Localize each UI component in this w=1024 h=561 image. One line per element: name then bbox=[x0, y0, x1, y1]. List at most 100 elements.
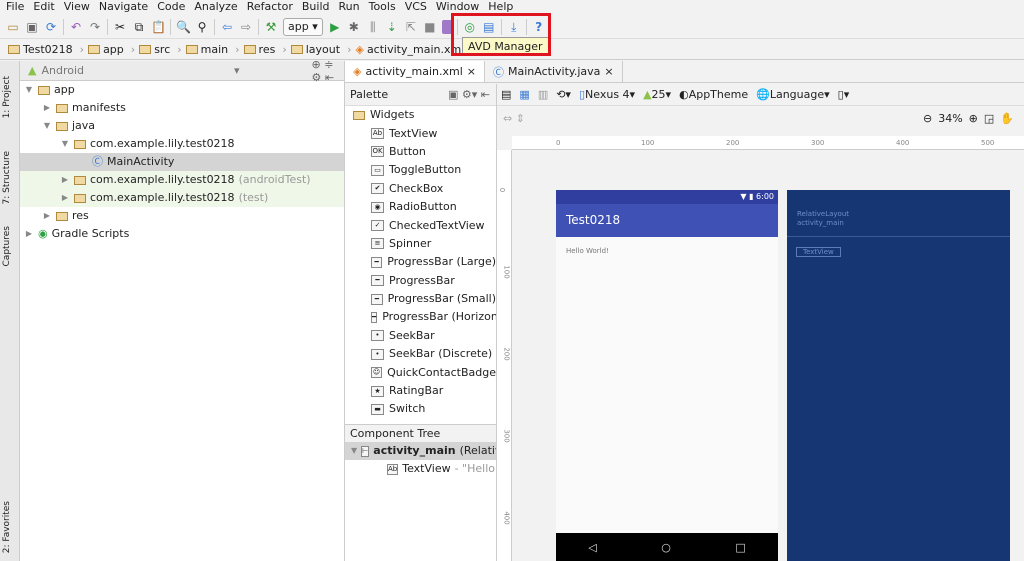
collapsed-arrow-icon[interactable]: ▶ bbox=[42, 99, 52, 117]
dropdown-arrow-icon[interactable]: ▾ bbox=[234, 64, 240, 77]
tree-item[interactable]: ▼ com.example.lily.test0218 bbox=[20, 135, 344, 153]
palette-item[interactable]: ◉ RadioButton bbox=[345, 198, 496, 216]
expanded-arrow-icon[interactable]: ▼ bbox=[60, 135, 70, 153]
api-select[interactable]: ▲25▾ bbox=[643, 88, 671, 101]
menu-analyze[interactable]: Analyze bbox=[194, 0, 237, 14]
palette-item[interactable]: ✓ CheckedTextView bbox=[345, 216, 496, 234]
close-icon[interactable]: × bbox=[467, 65, 476, 78]
debug-icon[interactable]: ✱ bbox=[347, 20, 361, 34]
tree-item[interactable]: ▶ manifests bbox=[20, 99, 344, 117]
breadcrumb-item[interactable]: Test0218 bbox=[8, 43, 84, 56]
palette-item[interactable]: ▬ Switch bbox=[345, 400, 496, 418]
palette-item[interactable]: ━ ProgressBar (Large) bbox=[345, 253, 496, 271]
palette-item[interactable]: ★ RatingBar bbox=[345, 382, 496, 400]
collapsed-arrow-icon[interactable]: ▶ bbox=[60, 189, 70, 207]
replace-icon[interactable]: ⚲ bbox=[195, 20, 209, 34]
sync-icon[interactable]: ⟳ bbox=[44, 20, 58, 34]
side-tab-project[interactable]: 1: Project bbox=[2, 76, 12, 118]
tree-item[interactable]: ▶ res bbox=[20, 207, 344, 225]
tree-item[interactable]: ▶ com.example.lily.test0218 (test) bbox=[20, 189, 344, 207]
menu-build[interactable]: Build bbox=[302, 0, 330, 14]
palette-item[interactable]: ✔ CheckBox bbox=[345, 180, 496, 198]
redo-icon[interactable]: ↷ bbox=[88, 20, 102, 34]
menu-refactor[interactable]: Refactor bbox=[247, 0, 293, 14]
palette-tools-icon[interactable]: ▣ ⚙▾ ⇤ bbox=[448, 88, 490, 101]
component-textview[interactable]: AbTextView- "Hello World!" bbox=[345, 460, 496, 478]
palette-item[interactable]: • SeekBar (Discrete) bbox=[345, 345, 496, 363]
orientation-icon[interactable]: ⟲▾ bbox=[556, 88, 571, 101]
language-select[interactable]: 🌐Language▾ bbox=[756, 88, 830, 101]
breadcrumb-item[interactable]: layout bbox=[290, 43, 352, 56]
collapsed-arrow-icon[interactable]: ▶ bbox=[60, 171, 70, 189]
hello-textview[interactable]: Hello World! bbox=[556, 237, 778, 265]
save-icon[interactable]: ▣ bbox=[25, 20, 39, 34]
panel-tools-icon[interactable]: ⊕ ≑ ⚙ ⇤ bbox=[312, 58, 344, 84]
tree-item[interactable]: Ⓒ MainActivity bbox=[20, 153, 344, 171]
menu-window[interactable]: Window bbox=[436, 0, 479, 14]
undo-icon[interactable]: ↶ bbox=[69, 20, 83, 34]
menu-navigate[interactable]: Navigate bbox=[99, 0, 148, 14]
palette-item[interactable]: • SeekBar bbox=[345, 327, 496, 345]
blueprint-view-icon[interactable]: ▦ bbox=[519, 88, 529, 101]
design-view-icon[interactable]: ▤ bbox=[501, 88, 511, 101]
collapsed-arrow-icon[interactable]: ▶ bbox=[42, 207, 52, 225]
collapsed-arrow-icon[interactable]: ▶ bbox=[24, 225, 34, 243]
menu-help[interactable]: Help bbox=[488, 0, 513, 14]
menu-code[interactable]: Code bbox=[157, 0, 185, 14]
attach-debugger-icon[interactable]: ⇱ bbox=[404, 20, 418, 34]
menu-run[interactable]: Run bbox=[339, 0, 360, 14]
tree-item[interactable]: ▶ ◉ Gradle Scripts bbox=[20, 225, 344, 243]
project-view-select[interactable]: ▲ Android ▾ ⊕ ≑ ⚙ ⇤ bbox=[20, 58, 344, 84]
side-tab-favorites[interactable]: 2: Favorites bbox=[2, 501, 12, 553]
tree-item[interactable]: ▼ app bbox=[20, 81, 344, 99]
expanded-arrow-icon[interactable]: ▼ bbox=[42, 117, 52, 135]
run-icon[interactable]: ▶ bbox=[328, 20, 342, 34]
palette-item[interactable]: ☺ QuickContactBadge bbox=[345, 363, 496, 381]
side-tab-structure[interactable]: 7: Structure bbox=[2, 151, 12, 205]
pan-hand-icon[interactable]: ✋ bbox=[1000, 112, 1014, 125]
layout-variant-icon[interactable]: ▯▾ bbox=[838, 88, 850, 101]
profile-icon[interactable]: ⫼ bbox=[366, 20, 380, 34]
tab-mainactivity-java[interactable]: Ⓒ MainActivity.java × bbox=[485, 61, 623, 82]
forward-icon[interactable]: ⇨ bbox=[239, 20, 253, 34]
tree-item[interactable]: ▼ java bbox=[20, 117, 344, 135]
palette-item[interactable]: ━ ProgressBar (Horizontal) bbox=[345, 308, 496, 326]
side-tab-captures[interactable]: Captures bbox=[2, 226, 12, 266]
tab-activity-main-xml[interactable]: ◈ activity_main.xml × bbox=[345, 61, 485, 82]
palette-item[interactable]: ▭ ToggleButton bbox=[345, 161, 496, 179]
blueprint-textview[interactable]: TextView bbox=[796, 247, 841, 257]
breadcrumb-item[interactable]: res bbox=[243, 43, 287, 56]
paste-icon[interactable]: 📋 bbox=[151, 20, 166, 34]
menu-edit[interactable]: Edit bbox=[33, 0, 54, 14]
copy-icon[interactable]: ⧉ bbox=[132, 20, 146, 34]
palette-item[interactable]: Ab TextView bbox=[345, 124, 496, 142]
close-icon[interactable]: × bbox=[604, 65, 613, 78]
build-hammer-icon[interactable]: ⚒ bbox=[264, 20, 278, 34]
fit-screen-icon[interactable]: ◲ bbox=[984, 112, 994, 125]
stop-icon[interactable]: ■ bbox=[423, 20, 437, 34]
palette-item[interactable]: OK Button bbox=[345, 143, 496, 161]
breadcrumb-item[interactable]: src bbox=[139, 43, 181, 56]
run-config-select[interactable]: app ▾ bbox=[283, 17, 323, 36]
cut-icon[interactable]: ✂ bbox=[113, 20, 127, 34]
apply-changes-icon[interactable]: ⇣ bbox=[385, 20, 399, 34]
palette-item[interactable]: ━ ProgressBar bbox=[345, 272, 496, 290]
expanded-arrow-icon[interactable]: ▼ bbox=[24, 81, 34, 99]
menu-file[interactable]: File bbox=[6, 0, 24, 14]
breadcrumb-item[interactable]: main bbox=[185, 43, 240, 56]
back-icon[interactable]: ⇦ bbox=[220, 20, 234, 34]
menu-tools[interactable]: Tools bbox=[369, 0, 396, 14]
both-view-icon[interactable]: ▥ bbox=[538, 88, 548, 101]
menu-vcs[interactable]: VCS bbox=[405, 0, 427, 14]
tree-item[interactable]: ▶ com.example.lily.test0218 (androidTest) bbox=[20, 171, 344, 189]
theme-select[interactable]: ◐AppTheme bbox=[679, 88, 748, 101]
palette-group-widgets[interactable]: Widgets bbox=[345, 106, 496, 124]
resize-icons[interactable]: ⇔ ⇕ bbox=[503, 112, 525, 125]
open-icon[interactable]: ▭ bbox=[6, 20, 20, 34]
zoom-in-icon[interactable]: ⊕ bbox=[969, 112, 978, 125]
zoom-out-icon[interactable]: ⊖ bbox=[923, 112, 932, 125]
breadcrumb-item[interactable]: app bbox=[88, 43, 135, 56]
device-select[interactable]: ▯Nexus 4▾ bbox=[579, 88, 635, 101]
component-root[interactable]: ▼⊢activity_main(RelativeLayout) bbox=[345, 442, 496, 460]
menu-view[interactable]: View bbox=[64, 0, 90, 14]
